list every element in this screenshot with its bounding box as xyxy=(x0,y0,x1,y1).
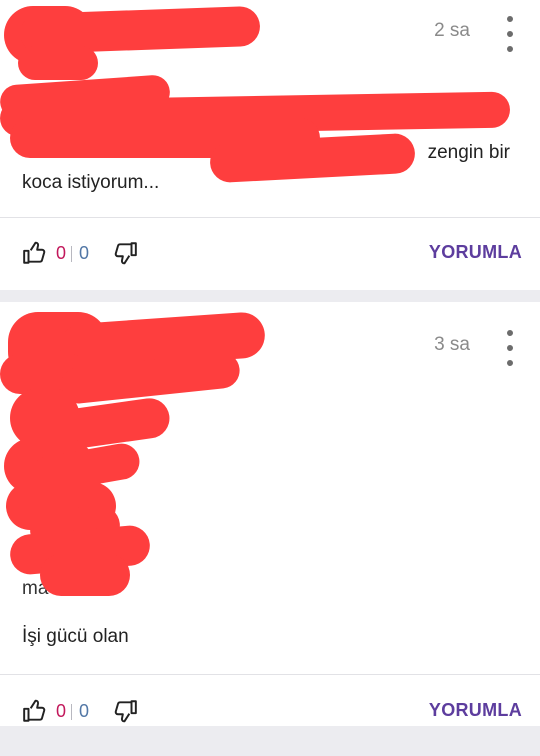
more-vert-icon xyxy=(507,330,513,336)
more-options-button[interactable] xyxy=(502,330,518,366)
more-options-button[interactable] xyxy=(502,16,518,52)
thumbs-up-icon[interactable] xyxy=(22,698,48,724)
thumbs-down-icon[interactable] xyxy=(112,698,138,724)
more-vert-icon xyxy=(507,16,513,22)
post-actions: 0 0 YORUMLA xyxy=(0,218,540,290)
divider xyxy=(0,674,540,675)
post-time: 2 sa xyxy=(434,20,470,41)
thumbs-up-icon[interactable] xyxy=(22,240,48,266)
redaction-mark xyxy=(18,46,98,80)
dislike-count: 0 xyxy=(79,243,90,263)
like-count: 0 xyxy=(56,243,67,263)
post-time: 3 sa xyxy=(434,334,470,355)
post-card: 3 sa ma İşi gücü olan 0 0 YORUMLA xyxy=(0,302,540,726)
thumbs-down-icon[interactable] xyxy=(112,240,138,266)
count-separator xyxy=(71,704,72,720)
post-card: vi 2 sa len ol zengin bir koca istiyorum… xyxy=(0,0,540,290)
like-count: 0 xyxy=(56,701,67,721)
post-body: İşi gücü olan xyxy=(22,626,129,647)
reply-button[interactable]: YORUMLA xyxy=(429,242,522,263)
count-separator xyxy=(71,246,72,262)
redaction-mark xyxy=(40,554,130,596)
post-actions: 0 0 YORUMLA xyxy=(0,676,540,748)
dislike-count: 0 xyxy=(79,701,90,721)
reply-button[interactable]: YORUMLA xyxy=(429,700,522,721)
